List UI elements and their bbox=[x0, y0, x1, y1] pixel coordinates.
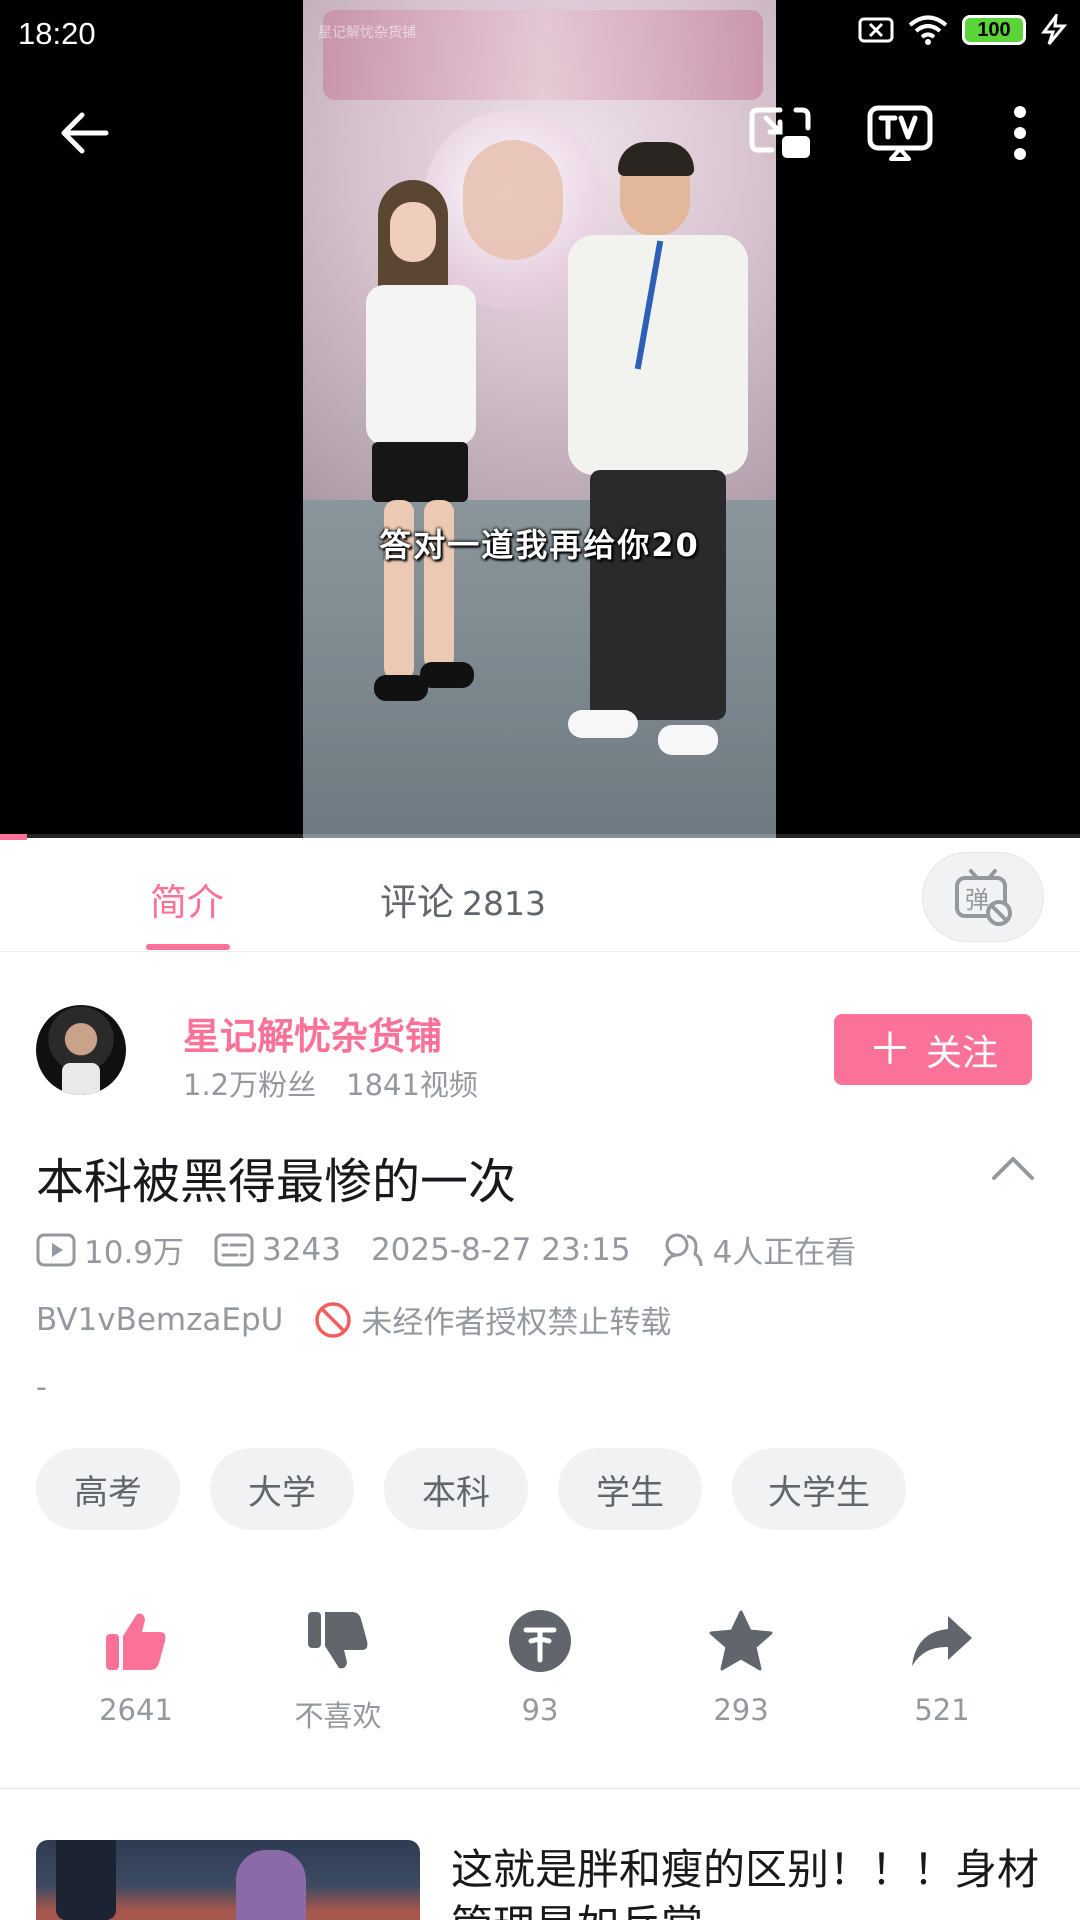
watching-count: 4人正在看 bbox=[661, 1227, 856, 1272]
tag-item[interactable]: 大学生 bbox=[732, 1448, 906, 1530]
video-meta-row: 10.9万 3243 2025-8-27 23:15 4人正在看 bbox=[36, 1227, 856, 1272]
related-video-title[interactable]: 这就是胖和瘦的区别！！！身材管理是如乒掌 bbox=[451, 1842, 1051, 1920]
related-video-thumbnail[interactable] bbox=[36, 1840, 420, 1920]
uploader-fans: 1.2万粉丝 bbox=[183, 1068, 317, 1102]
battery-indicator: 100 bbox=[962, 15, 1026, 45]
uploader-stats: 1.2万粉丝 1841视频 bbox=[183, 1062, 478, 1104]
uploader-videos: 1841视频 bbox=[346, 1068, 478, 1102]
cast-tv-button[interactable] bbox=[862, 95, 938, 171]
view-count: 10.9万 bbox=[36, 1227, 184, 1272]
action-bar: 2641 不喜欢 93 293 521 bbox=[0, 1605, 1080, 1733]
video-title: 本科被黑得最惨的一次 bbox=[36, 1154, 517, 1210]
people-icon bbox=[663, 1233, 703, 1266]
tag-item[interactable]: 大学 bbox=[210, 1448, 354, 1530]
coin-count: 93 bbox=[521, 1693, 559, 1727]
status-bar: 18:20 100 bbox=[0, 0, 1080, 70]
tag-item[interactable]: 本科 bbox=[384, 1448, 528, 1530]
tab-intro[interactable]: 简介 bbox=[150, 872, 224, 926]
thumbs-up-icon bbox=[106, 1613, 166, 1670]
more-options-button[interactable] bbox=[982, 95, 1058, 171]
tag-item[interactable]: 高考 bbox=[36, 1448, 180, 1530]
like-button[interactable]: 2641 bbox=[56, 1605, 216, 1727]
share-count: 521 bbox=[914, 1693, 970, 1727]
coin-icon bbox=[509, 1610, 571, 1672]
follow-label: 关注 bbox=[925, 1032, 998, 1074]
video-description: - bbox=[36, 1370, 47, 1405]
uploader-name[interactable]: 星记解忧杂货铺 bbox=[183, 1006, 442, 1060]
more-vertical-icon bbox=[1014, 106, 1026, 160]
status-icons: 100 bbox=[858, 14, 1068, 46]
share-arrow-icon bbox=[912, 1616, 972, 1666]
coin-button[interactable]: 93 bbox=[460, 1605, 620, 1727]
star-icon bbox=[709, 1610, 773, 1671]
status-time: 18:20 bbox=[18, 16, 96, 51]
tag-item[interactable]: 学生 bbox=[558, 1448, 702, 1530]
picture-in-picture-icon bbox=[749, 107, 811, 158]
dislike-label: 不喜欢 bbox=[294, 1699, 382, 1733]
video-detail-page: 星记解忧杂货铺 答对一道我再给你20 18:20 100 简介 评论 2813 … bbox=[0, 0, 1080, 1920]
follow-button[interactable]: ＋ 关注 bbox=[834, 1014, 1032, 1085]
copyright-notice: 未经作者授权禁止转载 bbox=[361, 1305, 672, 1341]
tv-cast-icon bbox=[867, 105, 933, 161]
share-button[interactable]: 521 bbox=[862, 1605, 1022, 1727]
video-player[interactable]: 星记解忧杂货铺 答对一道我再给你20 18:20 100 bbox=[0, 0, 1080, 840]
pip-button[interactable] bbox=[742, 95, 818, 171]
bvid[interactable]: BV1vBemzaEpU bbox=[36, 1302, 283, 1338]
plus-icon: ＋ bbox=[867, 1023, 912, 1075]
thumbs-down-icon bbox=[308, 1612, 368, 1669]
tab-comments-count: 2813 bbox=[462, 884, 546, 923]
tag-list: 高考 大学 本科 学生 大学生 bbox=[36, 1448, 906, 1530]
danmaku-toggle-button[interactable]: 弹 bbox=[922, 852, 1044, 942]
detail-tabs: 简介 评论 2813 弹 bbox=[0, 840, 1080, 952]
svg-text:弹: 弹 bbox=[965, 886, 989, 914]
section-divider bbox=[0, 1788, 1080, 1789]
like-count: 2641 bbox=[99, 1693, 173, 1727]
danmaku-off-icon: 弹 bbox=[955, 869, 1012, 926]
scene-bear bbox=[463, 140, 563, 260]
active-tab-indicator bbox=[146, 944, 230, 950]
video-subtitle: 答对一道我再给你20 bbox=[379, 526, 700, 564]
chevron-up-icon[interactable] bbox=[990, 1152, 1036, 1182]
uploader-avatar[interactable] bbox=[36, 1005, 126, 1095]
dislike-button[interactable]: 不喜欢 bbox=[258, 1605, 418, 1735]
video-frame[interactable]: 星记解忧杂货铺 答对一道我再给你20 bbox=[303, 0, 776, 838]
favorite-count: 293 bbox=[713, 1693, 769, 1727]
scene-man bbox=[568, 140, 748, 760]
tab-comments-label: 评论 bbox=[380, 881, 454, 924]
charging-icon bbox=[1041, 14, 1068, 45]
danmaku-count-icon bbox=[214, 1233, 254, 1266]
video-meta-row-2: BV1vBemzaEpU 未经作者授权禁止转载 bbox=[36, 1297, 671, 1342]
back-arrow-icon bbox=[61, 112, 109, 154]
publish-time: 2025-8-27 23:15 bbox=[370, 1231, 631, 1268]
no-sim-icon bbox=[858, 17, 894, 43]
no-repost-icon bbox=[315, 1301, 352, 1338]
scene-girl bbox=[358, 180, 478, 720]
wifi-icon bbox=[908, 15, 948, 45]
danmaku-count: 3243 bbox=[214, 1232, 341, 1268]
tab-comments[interactable]: 评论 2813 bbox=[380, 872, 546, 926]
back-button[interactable] bbox=[46, 95, 122, 171]
play-count-icon bbox=[36, 1233, 76, 1266]
favorite-button[interactable]: 293 bbox=[661, 1605, 821, 1727]
